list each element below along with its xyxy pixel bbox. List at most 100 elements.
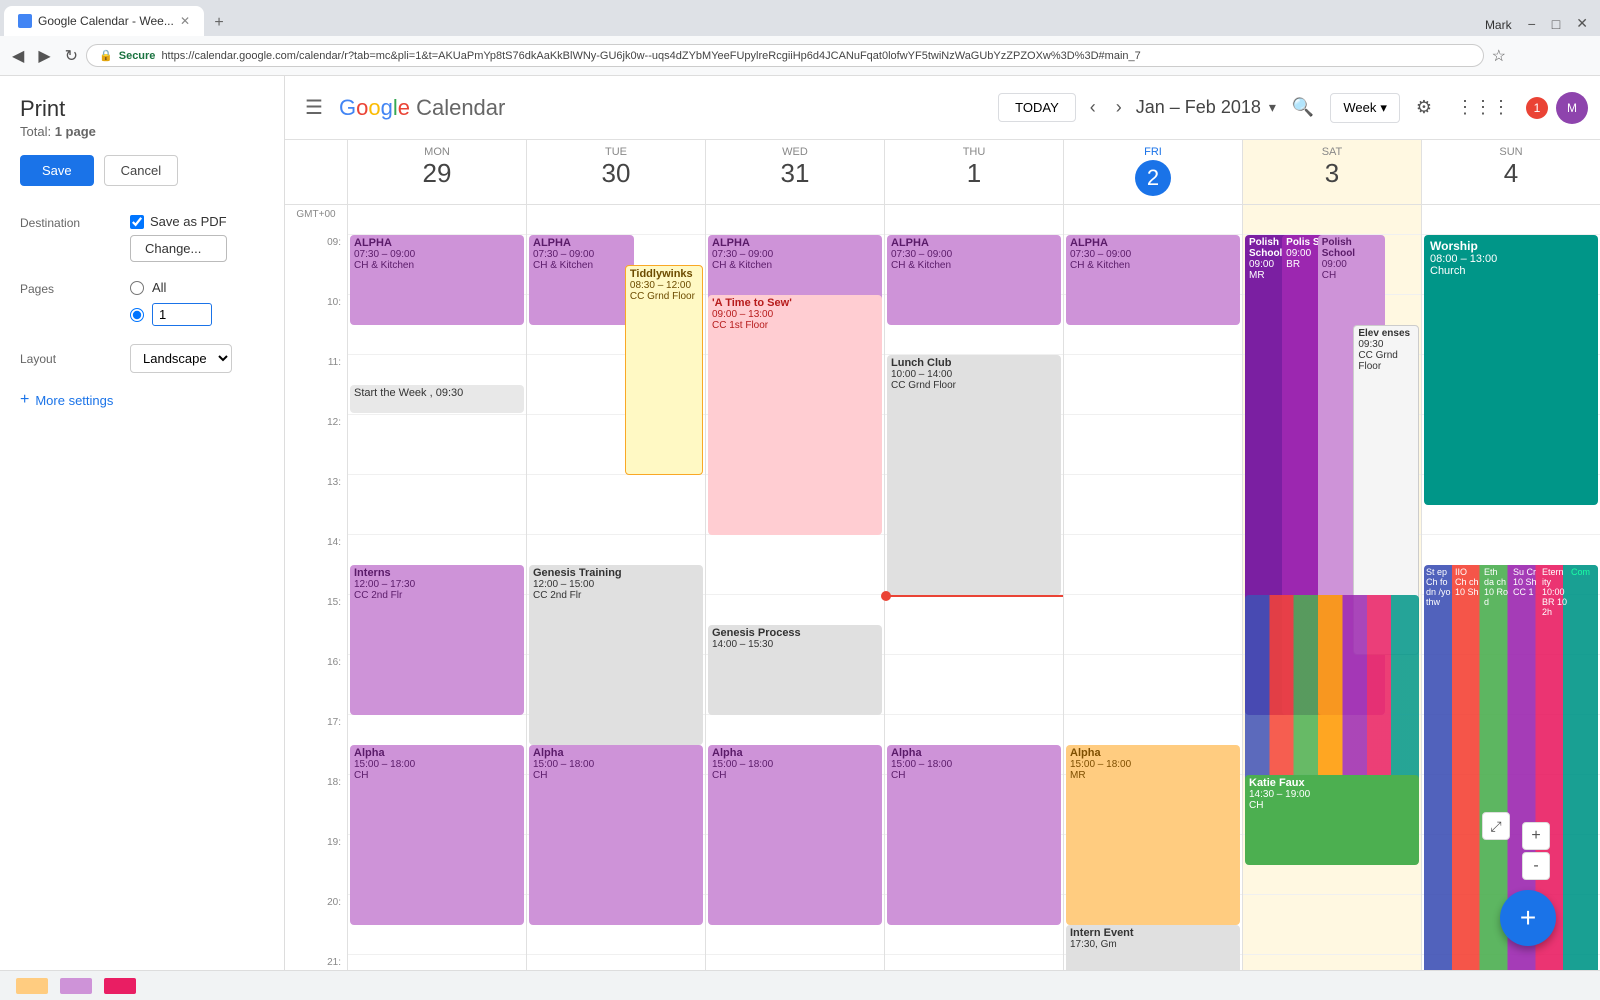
thu-column: ALPHA 07:30 – 09:00 CH & Kitchen Lunch C… bbox=[884, 205, 1063, 970]
next-arrow[interactable]: › bbox=[1110, 91, 1128, 124]
day-name-mon: Mon bbox=[348, 146, 526, 158]
avatar[interactable]: M bbox=[1556, 92, 1588, 124]
maximize-btn[interactable]: □ bbox=[1544, 12, 1568, 36]
event-sat-katie[interactable]: Katie Faux 14:30 – 19:00 CH bbox=[1245, 775, 1419, 865]
change-button[interactable]: Change... bbox=[130, 235, 227, 262]
day-name-fri: Fri bbox=[1064, 146, 1242, 158]
day-header-fri[interactable]: Fri 2 bbox=[1063, 140, 1242, 204]
custom-pages-radio[interactable] bbox=[130, 308, 144, 322]
day-headers-row: Mon 29 Tue 30 Wed 31 Thu 1 Fri 2 bbox=[285, 140, 1600, 205]
event-tue-tiddlywinks[interactable]: Tiddlywinks 08:30 – 12:00 CC Grnd Floor bbox=[625, 265, 703, 475]
day-header-sat[interactable]: Sat 3 bbox=[1242, 140, 1421, 204]
zoom-in-btn[interactable]: + bbox=[1522, 822, 1550, 850]
tab-title: Google Calendar - Wee... bbox=[38, 14, 174, 28]
event-mon-startweek[interactable]: Start the Week , 09:30 bbox=[350, 385, 524, 413]
event-fri-alpha[interactable]: ALPHA 07:30 – 09:00 CH & Kitchen bbox=[1066, 235, 1240, 325]
event-mon-alpha[interactable]: ALPHA 07:30 – 09:00 CH & Kitchen bbox=[350, 235, 524, 325]
destination-label: Destination bbox=[20, 214, 130, 230]
save-as-pdf-checkbox[interactable] bbox=[130, 215, 144, 229]
minimize-btn[interactable]: − bbox=[1520, 12, 1544, 36]
url-text[interactable]: https://calendar.google.com/calendar/r?t… bbox=[161, 50, 1470, 62]
event-wed-alpha2[interactable]: Alpha 15:00 – 18:00 CH bbox=[708, 745, 882, 925]
day-num-mon[interactable]: 29 bbox=[348, 158, 526, 189]
event-sun-worship[interactable]: Worship 08:00 – 13:00 Church bbox=[1424, 235, 1598, 505]
notification-btn[interactable]: 1 bbox=[1526, 97, 1548, 119]
hamburger-btn[interactable]: ☰ bbox=[297, 87, 331, 128]
day-header-wed[interactable]: Wed 31 bbox=[705, 140, 884, 204]
tab-favicon bbox=[18, 14, 32, 28]
gmt-label: GMT+00 bbox=[285, 205, 347, 235]
more-settings-btn[interactable]: + More settings bbox=[20, 391, 264, 409]
page-number-input[interactable]: 1 bbox=[152, 303, 212, 326]
bookmark-btn[interactable]: ☆ bbox=[1486, 42, 1512, 70]
day-num-fri[interactable]: 2 bbox=[1135, 160, 1171, 196]
reload-btn[interactable]: ↻ bbox=[59, 42, 84, 70]
prev-arrow[interactable]: ‹ bbox=[1084, 91, 1102, 124]
event-mon-alpha2[interactable]: Alpha 15:00 – 18:00 CH bbox=[350, 745, 524, 925]
day-name-thu: Thu bbox=[885, 146, 1063, 158]
pages-group: Pages All 1 bbox=[20, 280, 264, 326]
close-btn[interactable]: ✕ bbox=[1568, 11, 1596, 36]
day-header-tue[interactable]: Tue 30 bbox=[526, 140, 705, 204]
search-btn[interactable]: 🔍 bbox=[1284, 89, 1322, 126]
wed-column: ALPHA 07:30 – 09:00 CH & Kitchen 'A Time… bbox=[705, 205, 884, 970]
day-header-thu[interactable]: Thu 1 bbox=[884, 140, 1063, 204]
settings-btn[interactable]: ⚙ bbox=[1408, 89, 1440, 126]
tab-close-icon[interactable]: ✕ bbox=[180, 14, 190, 28]
day-num-sat[interactable]: 3 bbox=[1243, 158, 1421, 189]
time-label-19: 19: bbox=[285, 835, 347, 895]
event-fri-intern[interactable]: Intern Event 17:30, Gm bbox=[1066, 925, 1240, 970]
today-btn[interactable]: TODAY bbox=[998, 93, 1076, 122]
all-pages-radio[interactable] bbox=[130, 281, 144, 295]
pages-options: All 1 bbox=[130, 280, 212, 326]
time-label-21: 21: bbox=[285, 955, 347, 970]
print-total: Total: 1 page bbox=[20, 124, 264, 139]
new-tab-btn[interactable]: + bbox=[204, 10, 234, 36]
browser-chrome: Google Calendar - Wee... ✕ + Mark − □ ✕ bbox=[0, 0, 1600, 36]
day-header-sun[interactable]: Sun 4 bbox=[1421, 140, 1600, 204]
back-btn[interactable]: ◀ bbox=[6, 42, 30, 70]
event-fri-alpha2[interactable]: Alpha 15:00 – 18:00 MR bbox=[1066, 745, 1240, 925]
date-dropdown-btn[interactable]: ▾ bbox=[1269, 99, 1276, 116]
day-header-mon[interactable]: Mon 29 bbox=[347, 140, 526, 204]
save-as-pdf-row: Save as PDF bbox=[130, 214, 227, 229]
day-name-sun: Sun bbox=[1422, 146, 1600, 158]
event-tue-alpha2[interactable]: Alpha 15:00 – 18:00 CH bbox=[529, 745, 703, 925]
layout-select[interactable]: Landscape Portrait bbox=[130, 344, 232, 373]
day-num-wed[interactable]: 31 bbox=[706, 158, 884, 189]
fab-add-btn[interactable]: + bbox=[1500, 890, 1556, 946]
forward-btn[interactable]: ▶ bbox=[32, 42, 56, 70]
expand-btn[interactable]: ⤢ bbox=[1482, 812, 1510, 840]
day-num-sun[interactable]: 4 bbox=[1422, 158, 1600, 189]
day-name-wed: Wed bbox=[706, 146, 884, 158]
event-thu-alpha[interactable]: ALPHA 07:30 – 09:00 CH & Kitchen bbox=[887, 235, 1061, 325]
event-mon-interns[interactable]: Interns 12:00 – 17:30 CC 2nd Flr bbox=[350, 565, 524, 715]
apps-btn[interactable]: ⋮⋮⋮ bbox=[1448, 89, 1518, 126]
event-wed-sew[interactable]: 'A Time to Sew' 09:00 – 13:00 CC 1st Flo… bbox=[708, 295, 882, 535]
scroll-area[interactable]: GMT+00 09: 10: 11: 12: 13: 14: 15: 16: 1… bbox=[285, 205, 1600, 970]
sun-column: Worship 08:00 – 13:00 Church St ep Ch fo… bbox=[1421, 205, 1600, 970]
day-num-tue[interactable]: 30 bbox=[527, 158, 705, 189]
time-label-14: 14: bbox=[285, 535, 347, 595]
active-tab[interactable]: Google Calendar - Wee... ✕ bbox=[4, 6, 204, 36]
mon-column: ALPHA 07:30 – 09:00 CH & Kitchen Start t… bbox=[347, 205, 526, 970]
print-actions: Save Cancel bbox=[20, 155, 264, 186]
event-wed-genesis[interactable]: Genesis Process 14:00 – 15:30 bbox=[708, 625, 882, 715]
all-pages-row: All bbox=[130, 280, 212, 295]
secure-icon: 🔒 bbox=[99, 49, 113, 62]
save-button[interactable]: Save bbox=[20, 155, 94, 186]
event-tue-genesis[interactable]: Genesis Training 12:00 – 15:00 CC 2nd Fl… bbox=[529, 565, 703, 745]
time-label-11: 11: bbox=[285, 355, 347, 415]
event-thu-alpha2[interactable]: Alpha 15:00 – 18:00 CH bbox=[887, 745, 1061, 925]
day-num-thu[interactable]: 1 bbox=[885, 158, 1063, 189]
day-columns: ALPHA 07:30 – 09:00 CH & Kitchen Start t… bbox=[347, 205, 1600, 970]
cal-logo: Google Calendar bbox=[339, 95, 505, 121]
event-tue-alpha[interactable]: ALPHA 07:30 – 09:00 CH & Kitchen bbox=[529, 235, 634, 325]
address-bar[interactable]: 🔒 Secure https://calendar.google.com/cal… bbox=[86, 44, 1484, 67]
event-thu-lunch[interactable]: Lunch Club 10:00 – 14:00 CC Grnd Floor bbox=[887, 355, 1061, 595]
cancel-button[interactable]: Cancel bbox=[104, 155, 178, 186]
layout-group: Layout Landscape Portrait bbox=[20, 344, 264, 373]
week-dropdown[interactable]: Week ▾ bbox=[1330, 93, 1400, 123]
tue-column: ALPHA 07:30 – 09:00 CH & Kitchen Tiddlyw… bbox=[526, 205, 705, 970]
zoom-out-btn[interactable]: - bbox=[1522, 852, 1550, 880]
